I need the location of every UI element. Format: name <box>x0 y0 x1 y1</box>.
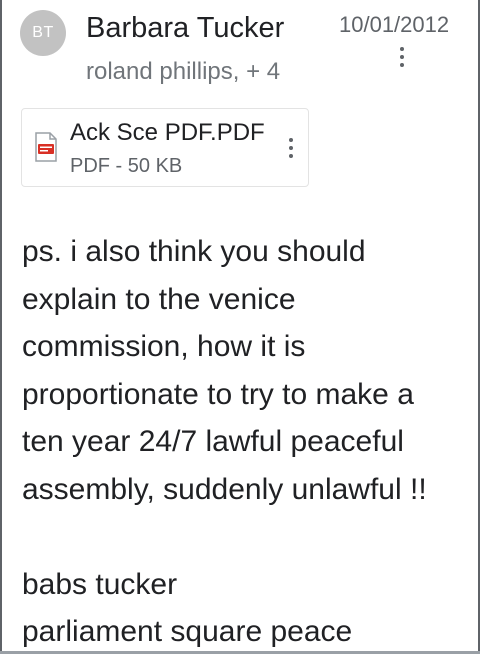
message-date: 10/01/2012 <box>339 12 450 37</box>
body-line: assembly, suddenly unlawful !! <box>22 472 427 506</box>
attachment-name: Ack Sce PDF.PDF <box>70 119 265 146</box>
body-line: ten year 24/7 lawful peaceful <box>22 425 404 458</box>
body-line: proportionate to try to make a <box>22 377 414 411</box>
avatar-initials: BT <box>32 24 54 41</box>
left-window-edge <box>0 0 2 654</box>
body-line: commission, how it is <box>22 330 306 363</box>
message-more-options-icon[interactable] <box>392 47 412 67</box>
recipients-summary[interactable]: roland phillips, + 4 <box>86 58 280 86</box>
pdf-file-icon <box>35 132 57 162</box>
attachment-more-options-icon[interactable] <box>281 138 301 158</box>
signature-line: babs tucker <box>22 567 178 601</box>
sender-avatar[interactable]: BT <box>20 10 66 56</box>
sender-name[interactable]: Barbara Tucker <box>86 12 284 45</box>
attachment-card[interactable]: Ack Sce PDF.PDF PDF - 50 KB <box>21 108 309 187</box>
message-body: ps. i also think you should explain to t… <box>22 228 462 656</box>
attachment-meta: PDF - 50 KB <box>70 155 183 177</box>
body-line: ps. i also think you should <box>22 235 366 268</box>
signature-line: parliament square peace <box>22 615 353 648</box>
body-line: explain to the venice <box>22 282 296 316</box>
